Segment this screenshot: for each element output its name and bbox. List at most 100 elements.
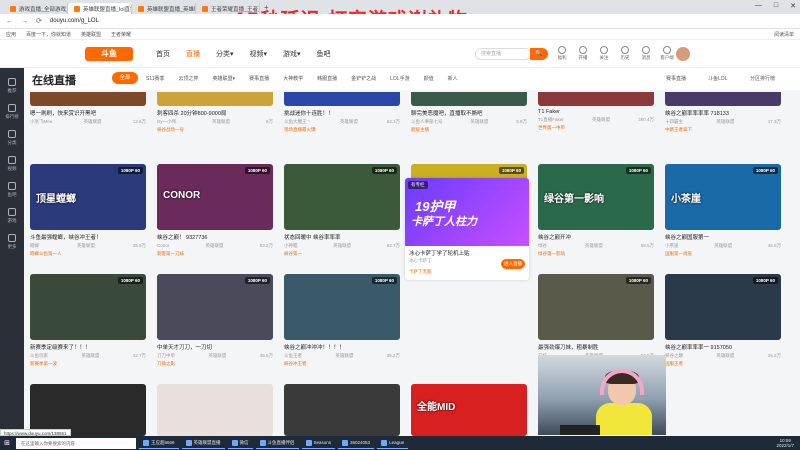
keyboard xyxy=(560,425,600,435)
sidebar-item[interactable]: 更多 xyxy=(0,234,24,250)
sidebar-item[interactable]: 推荐 xyxy=(0,78,24,94)
stream-thumbnail: 1080P 60 xyxy=(284,274,400,340)
taskbar-app[interactable]: 斗鱼直播伴侣 xyxy=(255,437,299,449)
client-icon[interactable]: 客户端 xyxy=(660,46,674,61)
category-filter[interactable]: 大神教学 xyxy=(283,75,303,82)
stream-card[interactable]: 1080P 60最强劲爆刀妹，粗暴制胜刀妹英雄联盟53.5万刀妹第一 xyxy=(538,274,654,367)
category-filter[interactable]: 颜值 xyxy=(424,75,434,82)
stream-title: 峡谷之巅率率率率 718133 xyxy=(665,111,729,117)
stream-card[interactable]: 嗯一刷刷，快来赏识开黑吧 小烹飞Mee 英雄联盟 12.6万 xyxy=(30,92,146,125)
os-taskbar: ⊞ 在这里输入你要搜索的内容 王应超6666 英雄联盟直播 微信 斗鱼直播伴侣 Seas… xyxy=(0,436,800,450)
view-count: 360.4万 xyxy=(638,117,654,122)
category-filter[interactable]: 赛事直播 xyxy=(249,75,269,82)
category-filter[interactable]: 云顶之弈 xyxy=(179,75,199,82)
message-icon[interactable]: 消息 xyxy=(639,46,653,61)
category-filter[interactable]: 新人 xyxy=(448,75,458,82)
sidebar-item[interactable]: 视频 xyxy=(0,156,24,172)
maximize-button[interactable]: □ xyxy=(774,2,778,10)
game-label: 英雄联盟 xyxy=(716,353,735,358)
history-icon[interactable]: 历史 xyxy=(618,46,632,61)
stream-card[interactable]: 1080P 60 峡谷之巅率率率一 9157050 峡谷之巅 英雄联盟 35.2万 国服王… xyxy=(665,274,781,367)
nav-live[interactable]: 直播 xyxy=(186,49,200,59)
sidebar-item[interactable]: 鱼吧 xyxy=(0,182,24,198)
welfare-icon[interactable]: 福利 xyxy=(555,46,569,61)
stream-card[interactable]: 1080P 60 新赛季定级赛来了！！！ 斗鱼玩家 英雄联盟 42.7万 新赛季第一波 xyxy=(30,274,146,367)
stream-card[interactable]: 1080P 60 中单天才刀刀，一刀切 刀刀中单 英雄联盟 46.6万 刀锋之影 xyxy=(157,274,273,367)
category-filter[interactable]: 金铲铲之战 xyxy=(351,75,376,82)
minimize-button[interactable]: — xyxy=(755,2,762,10)
nav-home[interactable]: 首页 xyxy=(156,49,170,59)
stream-card[interactable]: T1 Faker T1直播Faker 英雄联盟 360.4万 世界第一中单 xyxy=(538,92,654,131)
stream-card[interactable]: 挑战迷你十连胜！！ 斗鱼大魔王丶 英雄联盟 63.3万 现场直播最火爆 xyxy=(284,92,400,133)
sidebar-item[interactable]: 游戏 xyxy=(0,208,24,224)
nav-fishbar[interactable]: 鱼吧 xyxy=(317,49,331,59)
view-count: 12.6万 xyxy=(132,119,146,124)
stream-card[interactable]: 1080P 60 CONOR 峡谷之巅！ 9327736 Conor 英雄联盟 53.2万… xyxy=(157,164,273,257)
esports-link[interactable]: 赛事直播 xyxy=(666,75,686,82)
bookmark-item[interactable]: 应用 xyxy=(6,31,16,38)
stream-card[interactable]: 刺客四杀 20分钟800-9000局 Dy一小伟 英雄联盟 6万 峡谷战场一号 xyxy=(157,92,273,133)
stream-card[interactable]: 1080P 60 小茶崖 峡谷之巅国服第一 小茶崖 英雄联盟 46.8万 国服第一尚崖 xyxy=(665,164,781,257)
browser-tab[interactable]: 游戏直播_全部游戏直播 xyxy=(4,3,68,14)
taskbar-app[interactable]: League xyxy=(377,437,409,449)
reading-list-button[interactable]: 阅读清单 xyxy=(774,31,794,38)
site-logo[interactable]: 斗鱼 xyxy=(85,47,133,61)
screen: 游戏直播_全部游戏直播 英雄联盟直播_lol直播 英雄联盟直播_英雄联盟 王者荣… xyxy=(0,0,800,450)
nav-games[interactable]: 游戏▾ xyxy=(283,49,301,59)
follow-icon[interactable]: 关注 xyxy=(597,46,611,61)
browser-tab-active[interactable]: 英雄联盟直播_lol直播 xyxy=(68,3,132,14)
stream-thumbnail[interactable] xyxy=(284,384,400,436)
stream-meta: 小神鲲 英雄联盟 93.7万 xyxy=(284,243,400,249)
stream-meta: 斗鱼大魔王丶 英雄联盟 63.3万 xyxy=(284,119,400,125)
stream-card[interactable]: 1080P 60 顶星螳螂 斗鱼最强螳螂，峡谷冲王者！ 螳螂 英雄联盟 35.9万 螳螂斗鱼… xyxy=(30,164,146,257)
taskbar-apps: 王应超6666 英雄联盟直播 微信 斗鱼直播伴侣 Seasons 36024053 Leag… xyxy=(136,437,409,449)
taskbar-search-input[interactable]: 在这里输入你要搜索的内容 xyxy=(16,437,136,449)
reload-button[interactable]: ⟳ xyxy=(36,17,42,25)
taskbar-app[interactable]: Seasons xyxy=(301,437,336,449)
stream-meta: 斗鱼人事部七号 英雄联盟 5.8万 xyxy=(411,119,527,125)
app-label: 王应超6666 xyxy=(151,439,175,445)
douyu-lol-link[interactable]: 斗鱼LOL xyxy=(708,75,727,82)
taskbar-clock[interactable]: 10:59 2022/1/7 xyxy=(776,438,800,448)
stream-card[interactable]: 1080P 60 峡谷之巅冲冲冲！！！！ 斗鱼王者 英雄联盟 39.2万 峡谷冲王者 xyxy=(284,274,400,367)
all-filter-button[interactable]: 全部 xyxy=(112,72,138,84)
taskbar-app[interactable]: 微信 xyxy=(227,437,253,449)
bookmark-item[interactable]: 英雄联盟 xyxy=(81,31,101,38)
game-label: 英雄联盟 xyxy=(584,243,603,248)
stream-thumbnail xyxy=(157,92,273,106)
category-filter[interactable]: LOL手游 xyxy=(390,75,409,82)
category-filter[interactable]: 韩服直播 xyxy=(317,75,337,82)
stream-thumbnail[interactable] xyxy=(157,384,273,436)
category-filter[interactable]: S11赛季 xyxy=(146,75,165,82)
url-field[interactable]: douyu.com/g_LOL xyxy=(50,18,99,24)
category-filter[interactable]: 英雄联盟▾ xyxy=(213,75,236,82)
taskbar-app[interactable]: 英雄联盟直播 xyxy=(181,437,225,449)
stream-card[interactable]: 峡谷之巅率率率率 718133 十四霸主 英雄联盟 17.3万 中路王者拿下 xyxy=(665,92,781,133)
nav-video[interactable]: 视频▾ xyxy=(250,49,268,59)
sidebar-item[interactable]: 分类 xyxy=(0,130,24,146)
sidebar-item[interactable]: 排行榜 xyxy=(0,104,24,120)
back-button[interactable]: ← xyxy=(6,18,13,25)
stream-card[interactable]: 聊完美恶魔吧，直播取不撕吧 斗鱼人事部七号 英雄联盟 5.8万 超级主播 xyxy=(411,92,527,133)
start-button[interactable]: ⊞ xyxy=(0,436,14,450)
browser-tab[interactable]: 英雄联盟直播_英雄联盟 xyxy=(132,3,196,14)
stream-thumbnail[interactable]: 全能MID xyxy=(411,384,527,436)
featured-stream-card[interactable]: 有专栏 19护甲 卡萨丁人柱力 冰心卡萨丁学了轮机上贴 冰心卡萨丁 卡萨丁无敌 … xyxy=(405,178,529,280)
forward-button[interactable]: → xyxy=(21,18,28,25)
search-input[interactable]: 搜索直播 xyxy=(475,48,531,60)
enter-stream-button[interactable]: 进入直播 xyxy=(501,259,525,269)
stream-card[interactable]: 1080P 60 状态回暖中 峡谷率率率 小神鲲 英雄联盟 93.7万 峡谷第一 xyxy=(284,164,400,257)
close-button[interactable]: ✕ xyxy=(790,2,796,10)
nav-categories[interactable]: 分类▾ xyxy=(216,49,234,59)
rank-link[interactable]: 分区排行榜 xyxy=(750,75,775,82)
stream-meta: 绿谷 英雄联盟 58.5万 xyxy=(538,243,654,249)
stream-card[interactable]: 1080P 60 绿谷第一影响 峡谷之巅开冲 绿谷 英雄联盟 58.5万 绿谷第一影响 xyxy=(538,164,654,257)
bookmark-item[interactable]: 王者荣耀 xyxy=(111,31,131,38)
taskbar-app[interactable]: 王应超6666 xyxy=(139,437,179,449)
broadcast-icon[interactable]: 开播 xyxy=(576,46,590,61)
search-icon[interactable]: 🔍 xyxy=(530,48,548,60)
taskbar-app[interactable]: 36024053 xyxy=(338,437,375,449)
bookmark-item[interactable]: 百度一下，你就知道 xyxy=(26,31,71,38)
avatar[interactable] xyxy=(676,47,690,61)
view-count: 58.5万 xyxy=(640,243,654,248)
